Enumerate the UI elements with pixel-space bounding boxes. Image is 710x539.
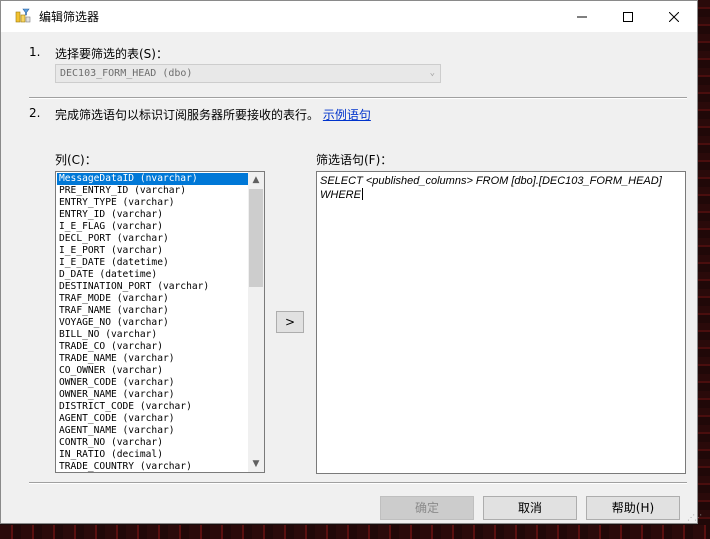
columns-listbox[interactable]: MessageDataID (nvarchar) PRE_ENTRY_ID (va… xyxy=(55,171,265,473)
list-item[interactable]: ENTRY_TYPE (varchar) xyxy=(57,197,248,209)
list-item[interactable]: TRAF_NAME (varchar) xyxy=(57,305,248,317)
filter-where-keyword: WHERE xyxy=(320,189,361,201)
list-item[interactable]: CONTR_NO (varchar) xyxy=(57,437,248,449)
filter-app-icon xyxy=(15,8,31,24)
step-1-number: 1. xyxy=(29,45,41,59)
scroll-down-icon[interactable]: ▼ xyxy=(248,456,264,472)
list-item[interactable]: D_DATE (datetime) xyxy=(57,269,248,281)
list-item[interactable]: DISTRICT_CODE (varchar) xyxy=(57,401,248,413)
list-item[interactable]: AGENT_CODE (varchar) xyxy=(57,413,248,425)
list-item[interactable]: OWNER_CODE (varchar) xyxy=(57,377,248,389)
list-item[interactable]: I_E_PORT (varchar) xyxy=(57,245,248,257)
list-item[interactable]: CO_OWNER (varchar) xyxy=(57,365,248,377)
scroll-thumb[interactable] xyxy=(249,189,263,287)
filter-statement-line-2: WHERE xyxy=(320,188,682,202)
maximize-icon xyxy=(623,11,633,22)
step-2-label: 完成筛选语句以标识订阅服务器所要接收的表行。 xyxy=(55,108,320,122)
list-item[interactable]: DESTINATION_PORT (varchar) xyxy=(57,281,248,293)
maximize-button[interactable] xyxy=(605,1,651,32)
title-bar[interactable]: 编辑筛选器 xyxy=(1,1,697,32)
table-combobox-value: DEC103_FORM_HEAD (dbo) xyxy=(60,68,193,79)
chevron-down-icon: ⌄ xyxy=(429,68,435,78)
table-combobox[interactable]: DEC103_FORM_HEAD (dbo) ⌄ xyxy=(55,64,441,83)
list-item[interactable]: VOYAGE_NO (varchar) xyxy=(57,317,248,329)
columns-scrollbar[interactable]: ▲ ▼ xyxy=(248,172,264,472)
list-item[interactable]: I_E_DATE (datetime) xyxy=(57,257,248,269)
columns-list: MessageDataID (nvarchar) PRE_ENTRY_ID (va… xyxy=(57,173,248,472)
list-item[interactable]: I_E_FLAG (varchar) xyxy=(57,221,248,233)
separator-bottom xyxy=(29,482,687,484)
minimize-icon xyxy=(577,16,587,17)
list-item[interactable]: BILL_NO (varchar) xyxy=(57,329,248,341)
list-item[interactable]: ENTRY_ID (varchar) xyxy=(57,209,248,221)
resize-grip-icon[interactable]: ⋰⋰ xyxy=(687,513,702,522)
columns-label: 列(C)： xyxy=(55,153,97,167)
close-icon xyxy=(669,11,679,22)
edit-filter-dialog: 编辑筛选器 1. 选择要筛选的表(S)： DEC103_FORM_HEAD (d… xyxy=(0,0,702,524)
list-item[interactable]: OWNER_NAME (varchar) xyxy=(57,389,248,401)
text-caret xyxy=(361,188,363,200)
sample-statement-link[interactable]: 示例语句 xyxy=(323,108,371,122)
desktop-background-right xyxy=(698,0,710,539)
list-item[interactable]: AGENT_NAME (varchar) xyxy=(57,425,248,437)
list-item[interactable]: PRE_ENTRY_ID (varchar) xyxy=(57,185,248,197)
window-title: 编辑筛选器 xyxy=(39,10,100,24)
cancel-button[interactable]: 取消 xyxy=(483,496,577,520)
list-item[interactable]: MessageDataID (nvarchar) xyxy=(57,173,248,185)
scroll-up-icon[interactable]: ▲ xyxy=(248,172,264,188)
list-item[interactable]: TRADE_CO (varchar) xyxy=(57,341,248,353)
filter-statement-line-1: SELECT <published_columns> FROM [dbo].[D… xyxy=(320,175,662,187)
minimize-button[interactable] xyxy=(559,1,605,32)
list-item[interactable]: IN_RATIO (decimal) xyxy=(57,449,248,461)
ok-button[interactable]: 确定 xyxy=(380,496,474,520)
close-button[interactable] xyxy=(651,1,697,32)
filter-statement-label: 筛选语句(F)： xyxy=(316,153,393,167)
separator-top xyxy=(29,97,687,99)
table-select-label: 选择要筛选的表(S)： xyxy=(55,47,168,61)
list-item[interactable]: DECL_PORT (varchar) xyxy=(57,233,248,245)
help-button[interactable]: 帮助(H) xyxy=(586,496,680,520)
list-item[interactable]: TRAF_MODE (varchar) xyxy=(57,293,248,305)
step-2-instruction: 完成筛选语句以标识订阅服务器所要接收的表行。 示例语句 xyxy=(55,106,371,123)
step-2-number: 2. xyxy=(29,106,41,120)
filter-statement-textarea[interactable]: SELECT <published_columns> FROM [dbo].[D… xyxy=(316,171,686,474)
add-column-button[interactable]: > xyxy=(276,311,304,333)
list-item[interactable]: TRADE_COUNTRY (varchar) xyxy=(57,461,248,472)
list-item[interactable]: TRADE_NAME (varchar) xyxy=(57,353,248,365)
desktop-background-bottom xyxy=(0,525,710,539)
